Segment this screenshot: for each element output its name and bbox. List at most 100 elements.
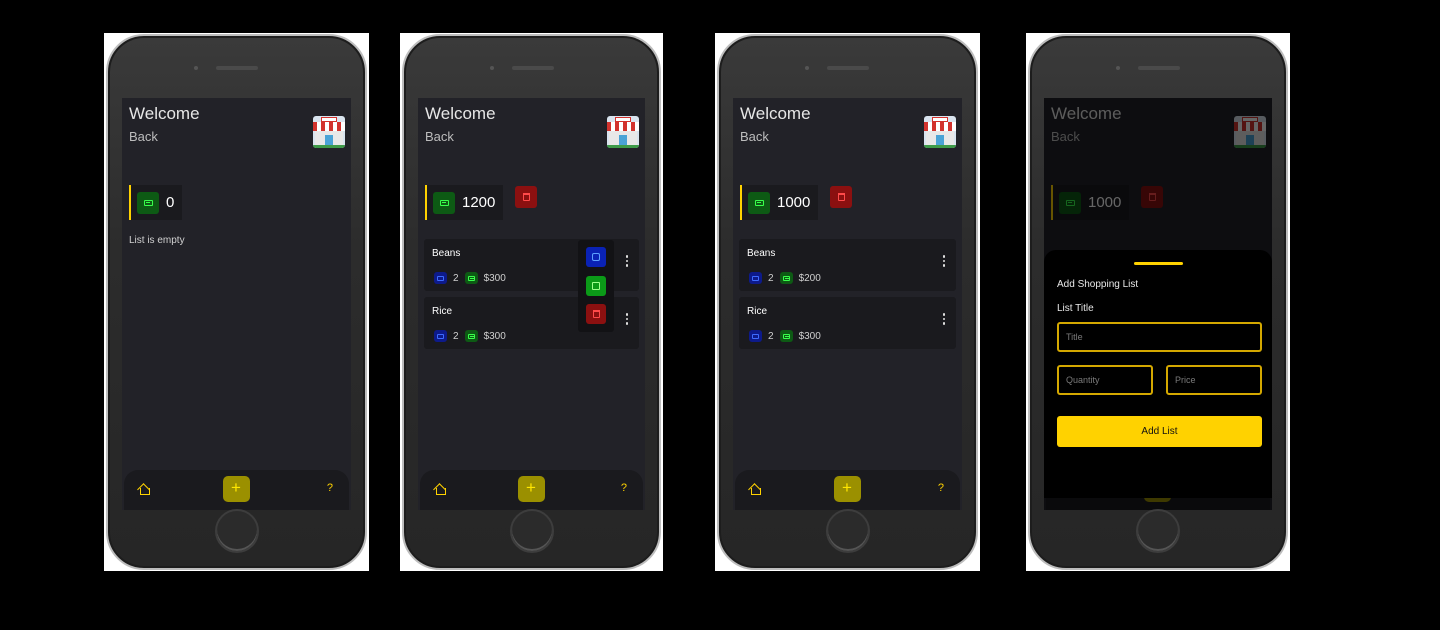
delete-item-button[interactable] [586,304,606,324]
front-camera [805,66,809,70]
phone-body: Welcome Back 1000 Beans 2 $200 Rice 2 $3… [717,34,978,570]
phone-frame-2: Welcome Back 1200 Beans 2 $300 Rice 2 $3… [400,33,663,571]
page-title: Welcome [129,104,200,123]
phone-body: Welcome Back 0 List is empty + ? [106,34,367,570]
edit-icon [592,282,600,290]
home-icon[interactable] [749,483,761,495]
phone-body: Welcome Back 1000 + Add Sh [1028,34,1288,570]
app-screen-menu: Welcome Back 1200 Beans 2 $300 Rice 2 $3… [418,98,645,510]
price-icon [779,330,793,342]
delete-all-button[interactable] [515,186,537,208]
store-icon [924,116,956,148]
earpiece-speaker [512,66,554,70]
front-camera [490,66,494,70]
balance-amount: 0 [166,194,175,211]
item-quantity: 2 [768,272,774,284]
view-icon [592,253,600,261]
edit-button[interactable] [586,276,606,296]
page-subtitle: Back [425,129,454,144]
add-button[interactable]: + [517,476,545,502]
add-list-button[interactable]: Add List [1057,416,1262,447]
balance-amount: 1200 [462,194,496,211]
store-icon [607,116,639,148]
earpiece-speaker [216,66,258,70]
delete-all-button[interactable] [830,186,852,208]
balance-card: 1000 [740,185,819,220]
item-meta: 2 $300 [434,330,506,342]
home-icon[interactable] [434,483,446,495]
list-title-label: List Title [1057,303,1094,314]
app-screen-updated: Welcome Back 1000 Beans 2 $200 Rice 2 $3… [733,98,962,510]
page-title: Welcome [740,104,811,123]
wallet-icon [137,191,159,214]
item-quantity: 2 [768,330,774,342]
item-price: $300 [483,272,506,284]
home-hardware-button [825,509,870,553]
add-button[interactable]: + [222,476,250,502]
balance-card: 0 [129,185,183,220]
item-price: $200 [798,272,821,284]
wallet-icon [433,191,455,214]
balance-amount: 1000 [777,194,811,211]
app-screen-add-sheet: Welcome Back 1000 + Add Sh [1044,98,1272,510]
price-input[interactable] [1166,365,1262,395]
list-item[interactable]: Rice 2 $300 [739,297,956,349]
more-options-icon[interactable] [625,313,629,325]
phone-frame-4: Welcome Back 1000 + Add Sh [1026,33,1290,571]
item-title: Rice [432,306,453,317]
help-icon[interactable]: ? [327,482,333,494]
quantity-input[interactable] [1057,365,1153,395]
trash-icon [522,193,530,201]
quantity-icon [434,272,447,284]
home-icon[interactable] [138,483,150,495]
more-options-icon[interactable] [625,255,629,267]
title-input[interactable] [1057,322,1262,352]
store-icon [313,116,345,148]
add-list-sheet: Add Shopping List List Title Add List [1044,250,1272,498]
item-title: Beans [747,248,776,259]
front-camera [194,66,198,70]
phone-frame-3: Welcome Back 1000 Beans 2 $200 Rice 2 $3… [715,33,980,571]
add-button[interactable]: + [833,476,861,502]
page-subtitle: Back [740,129,769,144]
view-button[interactable] [586,247,606,267]
page-title: Welcome [425,104,496,123]
empty-list-message: List is empty [129,235,185,246]
earpiece-speaker [827,66,869,70]
mockup-stage: Welcome Back 0 List is empty + ? Welcome… [0,0,1440,630]
phone-body: Welcome Back 1200 Beans 2 $300 Rice 2 $3… [402,34,661,570]
quantity-icon [749,330,762,342]
item-actions-menu [578,240,614,332]
home-hardware-button [509,509,554,553]
bottom-nav: + ? [735,470,960,510]
more-options-icon[interactable] [942,255,946,267]
home-hardware-button [1136,509,1180,553]
phone-frame-1: Welcome Back 0 List is empty + ? [104,33,369,571]
quantity-icon [434,330,447,342]
drag-handle[interactable] [1134,262,1183,265]
earpiece-speaker [1138,66,1180,70]
front-camera [1116,66,1120,70]
list-item[interactable]: Beans 2 $200 [739,239,956,291]
page-subtitle: Back [129,129,158,144]
price-icon [464,272,478,284]
help-icon[interactable]: ? [621,482,627,494]
item-meta: 2 $200 [749,272,821,284]
item-price: $300 [483,330,506,342]
more-options-icon[interactable] [942,313,946,325]
item-title: Beans [432,248,461,259]
trash-icon [592,310,600,318]
bottom-nav: + ? [124,470,349,510]
price-icon [464,330,478,342]
app-screen-empty: Welcome Back 0 List is empty + ? [122,98,351,510]
item-meta: 2 $300 [434,272,506,284]
sheet-heading: Add Shopping List [1057,279,1139,290]
bottom-nav: + ? [420,470,643,510]
item-price: $300 [798,330,821,342]
wallet-icon [748,191,770,214]
item-quantity: 2 [453,330,459,342]
item-title: Rice [747,306,768,317]
price-icon [779,272,793,284]
trash-icon [837,193,845,201]
help-icon[interactable]: ? [938,482,944,494]
